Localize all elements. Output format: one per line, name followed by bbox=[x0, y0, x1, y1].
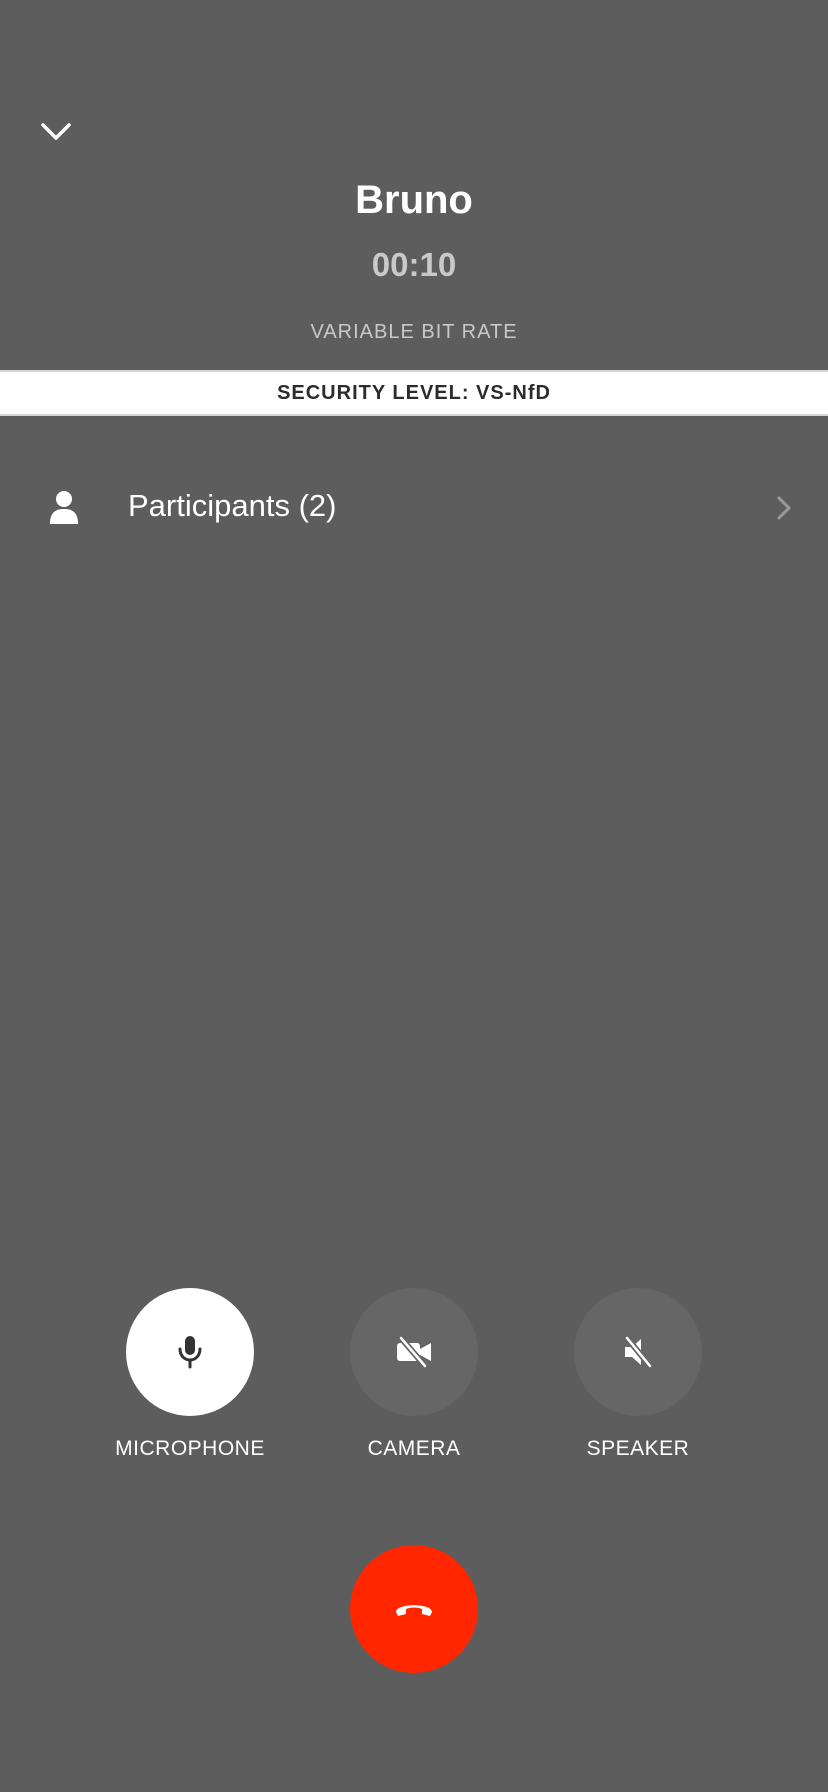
hangup-button[interactable] bbox=[350, 1545, 478, 1673]
microphone-icon bbox=[178, 1336, 202, 1369]
camera-label: CAMERA bbox=[367, 1437, 461, 1460]
microphone-control: MICROPHONE bbox=[80, 1288, 300, 1462]
camera-button[interactable] bbox=[350, 1288, 478, 1416]
call-timer: 00:10 bbox=[371, 246, 457, 283]
hangup-phone-icon bbox=[396, 1605, 432, 1616]
participants-row[interactable]: Participants (2) bbox=[0, 470, 828, 542]
camera-off-icon bbox=[397, 1336, 431, 1368]
speaker-off-icon bbox=[624, 1335, 653, 1369]
chevron-down-icon bbox=[41, 123, 71, 140]
minimize-call-button[interactable] bbox=[36, 112, 76, 152]
speaker-label: SPEAKER bbox=[586, 1437, 690, 1460]
participants-label: Participants (2) bbox=[128, 488, 337, 523]
bit-rate-label: VARIABLE BIT RATE bbox=[310, 321, 518, 343]
caller-name: Bruno bbox=[355, 178, 473, 222]
security-level-text: SECURITY LEVEL: VS-NfD bbox=[277, 381, 551, 404]
person-icon bbox=[50, 491, 78, 524]
chevron-right-icon bbox=[777, 496, 791, 520]
camera-control: CAMERA bbox=[304, 1288, 524, 1462]
speaker-button[interactable] bbox=[574, 1288, 702, 1416]
security-level-banner: SECURITY LEVEL: VS-NfD bbox=[0, 370, 828, 416]
microphone-label: MICROPHONE bbox=[115, 1437, 265, 1460]
microphone-button[interactable] bbox=[126, 1288, 254, 1416]
speaker-control: SPEAKER bbox=[528, 1288, 748, 1462]
